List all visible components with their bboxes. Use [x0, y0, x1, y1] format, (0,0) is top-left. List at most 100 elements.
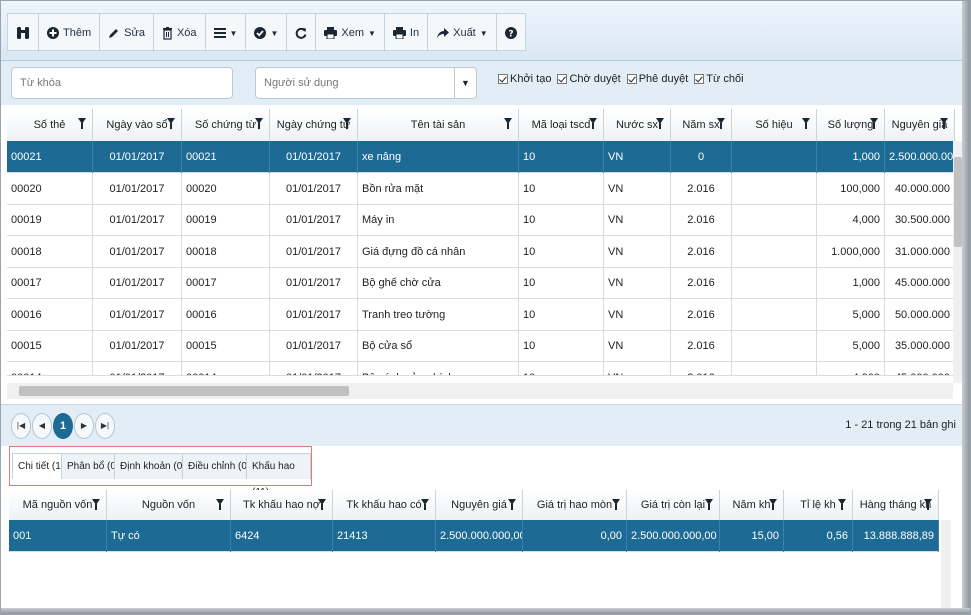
filter-icon[interactable]	[838, 499, 846, 510]
column-header[interactable]: Nguyên giá	[885, 109, 955, 141]
table-cell[interactable]: 0,00	[523, 520, 627, 552]
detail-column-header[interactable]: Giá trị hao mòn	[523, 490, 627, 520]
column-header[interactable]: Ngày chứng từ	[270, 109, 358, 141]
table-cell[interactable]: 2.500.000.000,00	[436, 520, 523, 552]
table-cell[interactable]: 100,000	[817, 172, 885, 205]
table-cell[interactable]: VN	[604, 298, 671, 331]
filter-icon[interactable]	[924, 499, 932, 510]
table-cell[interactable]: 00017	[182, 267, 270, 299]
table-cell[interactable]: Bồn rửa mặt	[358, 172, 519, 205]
table-cell[interactable]: 00019	[182, 204, 270, 236]
detail-column-header[interactable]: Tk khấu hao có	[333, 490, 436, 520]
scrollbar-thumb[interactable]	[19, 386, 349, 396]
detail-column-header[interactable]: Năm kh	[720, 490, 784, 520]
filter-icon[interactable]	[802, 118, 810, 129]
table-cell[interactable]: 2.500.000.000,00	[627, 520, 720, 552]
table-cell[interactable]: VN	[604, 330, 671, 362]
table-cell[interactable]: 31.000.000	[885, 235, 955, 268]
table-cell[interactable]: 10	[519, 267, 604, 299]
table-cell[interactable]: 10	[519, 361, 604, 375]
table-cell[interactable]: VN	[604, 204, 671, 236]
table-row[interactable]: 0001401/01/20170001401/01/2017Bộ cánh cử…	[7, 361, 953, 376]
detail-column-header[interactable]: Tk khấu hao nợ	[231, 490, 333, 520]
filter-icon[interactable]	[78, 118, 86, 129]
first-page-button[interactable]: |◀	[11, 413, 31, 439]
filter-icon[interactable]	[421, 499, 429, 510]
filter-icon[interactable]	[656, 118, 664, 129]
table-cell[interactable]: 1.000,000	[817, 235, 885, 268]
table-cell[interactable]: 10	[519, 172, 604, 205]
table-row[interactable]: 00017 01/01/2017 00017 01/01/2017 Bộ ghế chờ…	[7, 267, 955, 299]
export-dropdown[interactable]: Xuất ▼	[428, 14, 497, 52]
table-cell[interactable]: VN	[604, 141, 671, 173]
table-cell[interactable]: 35.000.000	[885, 330, 955, 362]
status-checkbox-rejected[interactable]: Từ chối	[694, 73, 744, 85]
approve-dropdown[interactable]: ▼	[246, 14, 288, 52]
table-cell[interactable]: 01/01/2017	[93, 172, 182, 205]
table-cell[interactable]: Máy in	[358, 204, 519, 236]
table-cell[interactable]: 2.500.000.000	[885, 141, 955, 173]
table-cell[interactable]	[732, 361, 817, 375]
refresh-button[interactable]	[287, 14, 317, 52]
table-cell[interactable]: VN	[604, 235, 671, 268]
user-select[interactable]: Người sử dụng ▼	[255, 67, 477, 99]
table-cell[interactable]	[732, 235, 817, 268]
tab-depreciation[interactable]: Khấu hao (11)	[246, 453, 311, 498]
detail-column-header[interactable]: Nguyên giá	[436, 490, 523, 520]
table-cell[interactable]: 10	[519, 298, 604, 331]
detail-vertical-scrollbar[interactable]	[941, 520, 951, 608]
page-number-button[interactable]: 1	[53, 413, 73, 439]
table-cell[interactable]: 00017	[7, 267, 93, 299]
table-cell[interactable]: 01/01/2017	[93, 141, 182, 173]
table-cell[interactable]	[732, 330, 817, 362]
table-cell[interactable]: 01/01/2017	[93, 267, 182, 299]
table-cell[interactable]: 0,56	[784, 520, 853, 552]
table-cell[interactable]: 00014	[182, 361, 270, 375]
view-dropdown[interactable]: Xem ▼	[316, 14, 385, 52]
detail-column-header[interactable]: Nguồn vốn	[107, 490, 231, 520]
search-button[interactable]	[8, 14, 39, 52]
table-cell[interactable]: 00021	[182, 141, 270, 173]
edit-button[interactable]: Sửa	[100, 14, 154, 52]
column-header[interactable]: Ngày vào sổ	[93, 109, 182, 141]
table-cell[interactable]: 00016	[7, 298, 93, 331]
table-cell[interactable]	[732, 141, 817, 173]
delete-button[interactable]: Xóa	[154, 14, 206, 52]
detail-column-header[interactable]: Giá trị còn lại	[627, 490, 720, 520]
column-header[interactable]: Số chứng từ	[182, 109, 270, 141]
detail-column-header[interactable]: Mã nguồn vốn	[9, 490, 107, 520]
filter-icon[interactable]	[508, 499, 516, 510]
table-cell[interactable]: 10	[519, 235, 604, 268]
table-cell[interactable]: Giá đựng đồ cá nhân	[358, 235, 519, 268]
status-checkbox-pending[interactable]: Chờ duyệt	[557, 73, 621, 85]
last-page-button[interactable]: ▶|	[95, 413, 115, 439]
menu-dropdown[interactable]: ▼	[206, 14, 247, 52]
table-cell[interactable]: 00021	[7, 141, 93, 173]
table-cell[interactable]: VN	[604, 361, 671, 375]
table-cell[interactable]: Tranh treo tường	[358, 298, 519, 331]
table-cell[interactable]: Bộ cánh cửa chính	[358, 361, 519, 375]
table-cell[interactable]: 00016	[182, 298, 270, 331]
table-cell[interactable]: 00020	[7, 172, 93, 205]
table-cell[interactable]: 2.016	[671, 298, 732, 331]
table-cell[interactable]: 2.016	[671, 330, 732, 362]
print-button[interactable]: In	[385, 14, 429, 52]
filter-icon[interactable]	[167, 118, 175, 129]
filter-icon[interactable]	[940, 118, 948, 129]
column-header[interactable]: Số thẻ	[7, 109, 93, 141]
table-cell[interactable]	[732, 172, 817, 205]
grid-horizontal-scrollbar[interactable]	[7, 383, 953, 399]
table-cell[interactable]: 01/01/2017	[270, 361, 358, 375]
table-cell[interactable]: 01/01/2017	[93, 204, 182, 236]
table-cell[interactable]: 21413	[333, 520, 436, 552]
table-cell[interactable]: 2.016	[671, 235, 732, 268]
table-cell[interactable]: 10	[519, 141, 604, 173]
table-cell[interactable]: 5,000	[817, 298, 885, 331]
table-cell[interactable]: 01/01/2017	[93, 298, 182, 331]
tab-accounting[interactable]: Định khoản (0)	[114, 453, 192, 479]
table-cell[interactable]: 01/01/2017	[270, 204, 358, 236]
status-checkbox-approved[interactable]: Phê duyệt	[626, 73, 688, 85]
table-cell[interactable]: 2.016	[671, 267, 732, 299]
next-page-button[interactable]: ▶	[74, 413, 94, 439]
add-button[interactable]: Thêm	[39, 14, 101, 52]
